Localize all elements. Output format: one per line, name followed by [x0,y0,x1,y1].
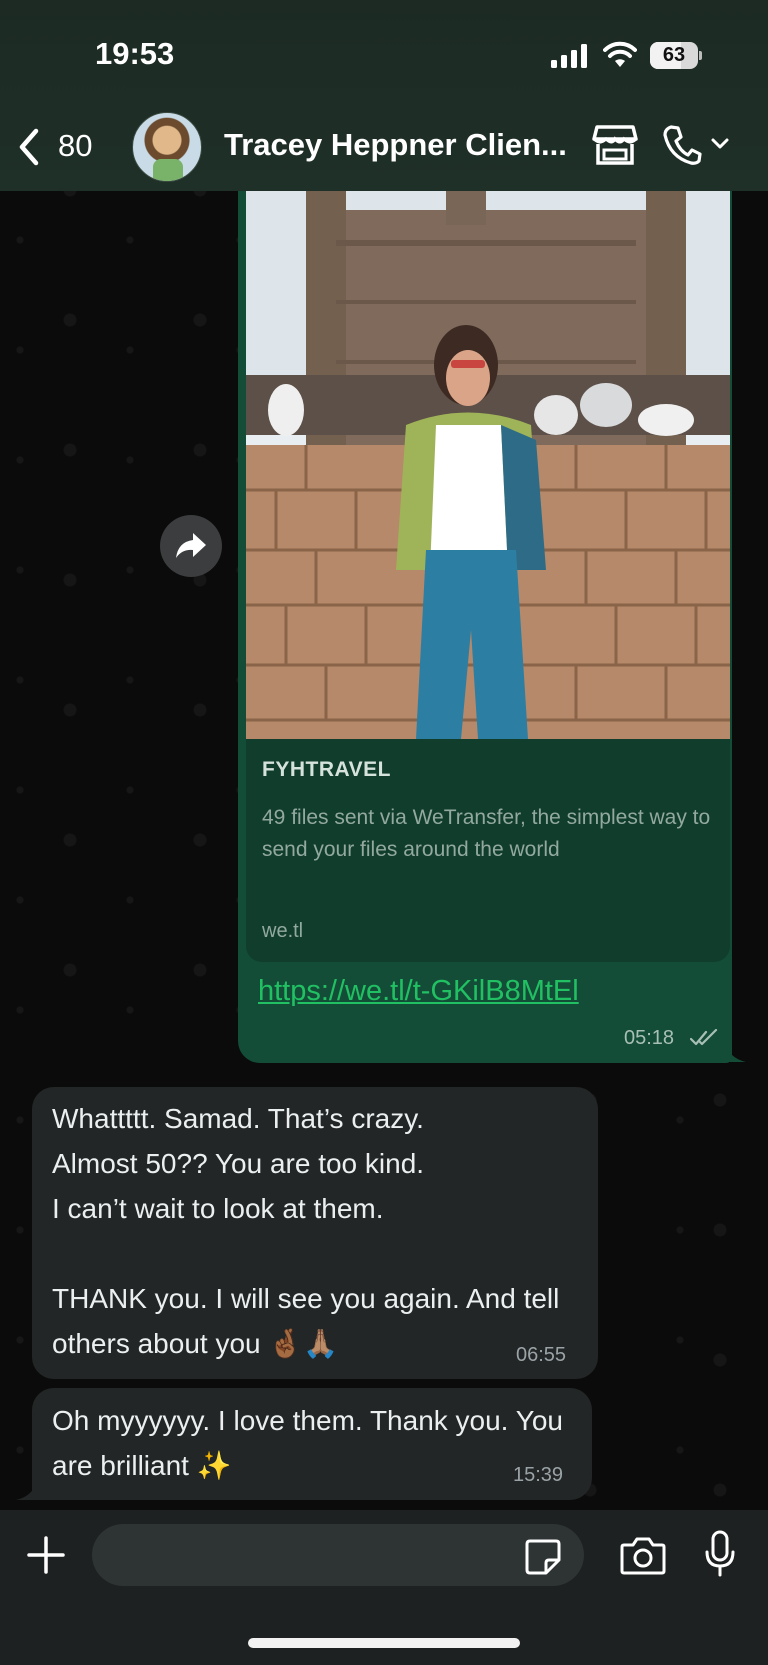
sticker-icon[interactable] [524,1538,562,1576]
back-chevron-icon[interactable] [14,127,44,167]
home-indicator [248,1638,520,1648]
battery-indicator: 63 [650,42,702,69]
message-timestamp: 15:39 [513,1464,564,1486]
chat-header: 19:53 63 80 Tracey Heppner Clien... [0,0,768,191]
wifi-icon [603,41,637,67]
message-timestamp: 05:18 [624,1027,675,1049]
message-input[interactable] [92,1524,584,1586]
forward-arrow-icon [176,533,206,558]
microphone-icon[interactable] [704,1530,736,1578]
message-link[interactable]: https://we.tl/t-GKilB8MtEl [258,975,579,1008]
link-preview-site: FYHTRAVEL [262,758,391,781]
contact-avatar[interactable] [132,112,202,182]
plus-icon[interactable] [26,1535,66,1575]
forward-button[interactable] [160,515,222,577]
camera-icon[interactable] [620,1535,666,1575]
phone-call-icon[interactable] [662,124,702,166]
contact-name[interactable]: Tracey Heppner Clien... [224,127,574,163]
message-timestamp: 06:55 [516,1344,567,1366]
unread-count[interactable]: 80 [58,128,92,164]
message-text: Whattttt. Samad. That’s crazy. Almost 50… [52,1103,560,1359]
bubble-tail [16,1478,38,1500]
link-preview-card[interactable]: FYHTRAVEL 49 files sent via WeTransfer, … [246,150,730,962]
bubble-tail [724,1040,746,1062]
chevron-down-icon[interactable] [710,136,730,152]
store-icon[interactable] [592,123,638,167]
message-text: Oh myyyyyy. I love them. Thank you. You … [52,1405,563,1481]
battery-percent: 63 [662,44,686,66]
link-preview-image[interactable] [246,150,730,739]
link-preview-description: 49 files sent via WeTransfer, the simple… [262,806,711,861]
link-preview-domain: we.tl [262,920,304,942]
status-time: 19:53 [95,36,175,71]
cellular-signal-icon [551,44,587,68]
double-check-icon [690,1029,718,1046]
